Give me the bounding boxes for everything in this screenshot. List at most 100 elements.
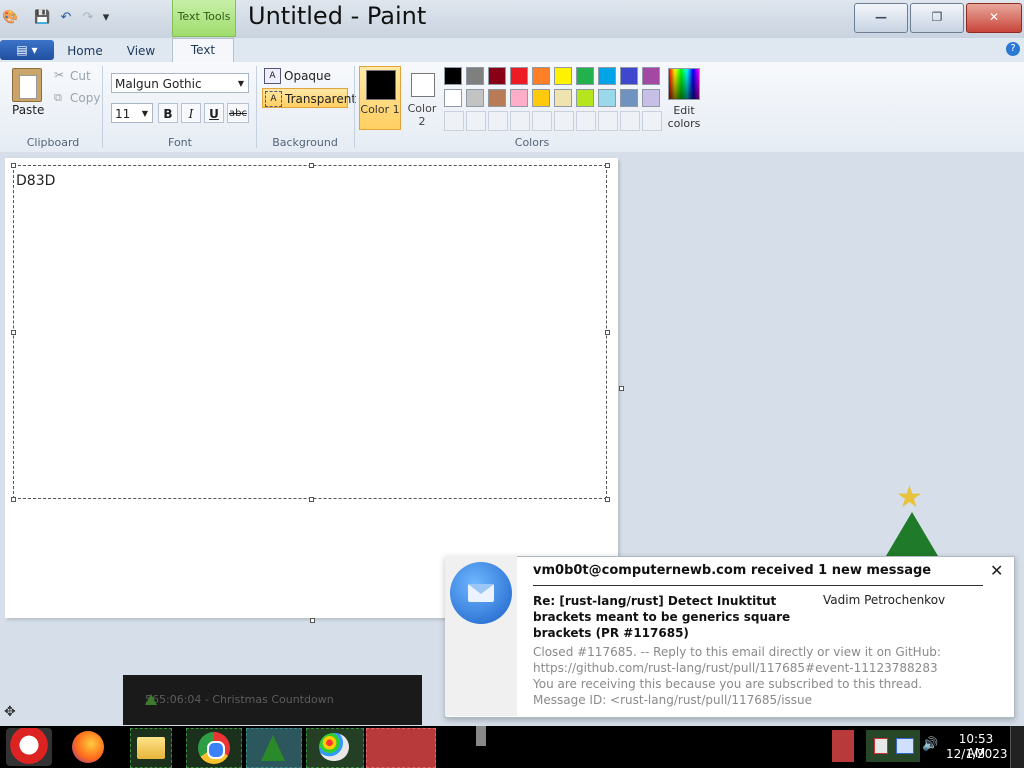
color2-label: Color 2 — [407, 102, 437, 128]
palette-color-swatch[interactable] — [510, 89, 528, 107]
edit-colors-icon[interactable] — [668, 68, 700, 100]
palette-color-swatch[interactable] — [598, 89, 616, 107]
tray-icons[interactable] — [866, 730, 920, 762]
paste-button[interactable]: Paste — [12, 103, 44, 117]
resize-handle[interactable] — [605, 330, 610, 335]
paint-menu-button[interactable]: ▤ ▾ — [0, 40, 54, 60]
tray-flag-icon[interactable] — [832, 730, 854, 762]
paint-app-icon[interactable]: 🎨 — [2, 10, 18, 26]
tab-home[interactable]: Home — [60, 42, 110, 62]
palette-color-swatch[interactable] — [488, 67, 506, 85]
palette-empty-swatch[interactable] — [532, 111, 552, 131]
minimize-button[interactable]: — — [854, 3, 908, 33]
transparent-label: Transparent — [285, 92, 357, 106]
palette-color-swatch[interactable] — [554, 67, 572, 85]
paste-icon[interactable] — [12, 68, 42, 102]
palette-color-swatch[interactable] — [532, 89, 550, 107]
italic-button[interactable]: I — [181, 103, 201, 123]
palette-empty-swatch[interactable] — [554, 111, 574, 131]
taskbar-firefox[interactable] — [68, 728, 108, 766]
taskbar-date[interactable]: 12/1/2023 — [946, 747, 1008, 761]
divider — [256, 66, 257, 148]
resize-handle[interactable] — [605, 163, 610, 168]
canvas-text[interactable]: D83D — [16, 173, 55, 189]
palette-color-swatch[interactable] — [598, 67, 616, 85]
palette-color-swatch[interactable] — [444, 67, 462, 85]
close-button[interactable]: ✕ — [966, 3, 1022, 33]
palette-color-swatch[interactable] — [488, 89, 506, 107]
palette-color-swatch[interactable] — [532, 67, 550, 85]
redo-icon: ↷ — [82, 10, 94, 25]
color1-button[interactable]: Color 1 — [359, 66, 401, 130]
font-family-value: Malgun Gothic — [115, 77, 202, 91]
start-button[interactable] — [6, 728, 52, 766]
opaque-icon: A — [264, 68, 281, 84]
taskbar-chrome[interactable] — [186, 728, 242, 768]
color1-label: Color 1 — [360, 103, 400, 116]
save-icon[interactable]: 💾 — [34, 10, 50, 26]
resize-handle[interactable] — [309, 497, 314, 502]
resize-handle[interactable] — [11, 330, 16, 335]
color-palette — [444, 67, 664, 131]
underline-button[interactable]: U — [204, 103, 224, 123]
palette-color-swatch[interactable] — [620, 89, 638, 107]
palette-color-swatch[interactable] — [510, 67, 528, 85]
cursor-position-icon: ✥ — [4, 704, 16, 720]
palette-empty-swatch[interactable] — [444, 111, 464, 131]
strikethrough-button[interactable]: abc — [227, 103, 249, 123]
color2-swatch — [411, 73, 435, 97]
bold-button[interactable]: B — [158, 103, 178, 123]
folder-icon — [137, 737, 165, 759]
palette-color-swatch[interactable] — [620, 67, 638, 85]
show-desktop-button[interactable] — [1010, 726, 1024, 768]
resize-handle[interactable] — [605, 497, 610, 502]
copy-icon: ⧉ — [54, 91, 62, 104]
transparent-button[interactable]: A Transparent — [262, 88, 356, 108]
palette-color-swatch[interactable] — [466, 67, 484, 85]
undo-icon[interactable]: ↶ — [58, 10, 74, 26]
palette-empty-swatch[interactable] — [488, 111, 508, 131]
opaque-button[interactable]: A Opaque — [262, 66, 352, 86]
restore-button[interactable]: ❐ — [910, 3, 964, 33]
palette-color-swatch[interactable] — [554, 89, 572, 107]
palette-color-swatch[interactable] — [466, 89, 484, 107]
text-box[interactable]: D83D — [13, 165, 607, 499]
resize-handle[interactable] — [309, 163, 314, 168]
notification-body: Closed #117685. -- Reply to this email d… — [533, 645, 941, 707]
close-icon[interactable]: ✕ — [990, 561, 1003, 580]
customize-toolbar-icon[interactable]: ▾ — [98, 10, 114, 26]
taskbar-paint[interactable] — [306, 728, 364, 768]
taskbar-countdown[interactable] — [246, 728, 302, 768]
taskbar-thunderbird[interactable] — [366, 728, 436, 768]
tree-icon — [261, 735, 285, 761]
palette-empty-swatch[interactable] — [466, 111, 486, 131]
color2-button[interactable]: Color 2 — [403, 66, 441, 130]
tab-view[interactable]: View — [116, 42, 166, 62]
resize-handle[interactable] — [11, 163, 16, 168]
font-group-label: Font — [168, 136, 192, 149]
font-size-select[interactable]: 11 ▼ — [111, 103, 153, 123]
palette-empty-swatch[interactable] — [598, 111, 618, 131]
palette-empty-swatch[interactable] — [510, 111, 530, 131]
palette-empty-swatch[interactable] — [642, 111, 662, 131]
background-group-label: Background — [272, 136, 338, 149]
resize-handle[interactable] — [11, 497, 16, 502]
palette-color-swatch[interactable] — [642, 67, 660, 85]
palette-color-swatch[interactable] — [642, 89, 660, 107]
palette-empty-swatch[interactable] — [620, 111, 640, 131]
palette-empty-swatch[interactable] — [576, 111, 596, 131]
font-family-select[interactable]: Malgun Gothic ▼ — [111, 73, 249, 93]
palette-color-swatch[interactable] — [444, 89, 462, 107]
volume-icon[interactable]: 🔊 — [922, 737, 938, 752]
palette-color-swatch[interactable] — [576, 67, 594, 85]
canvas-resize-handle[interactable] — [310, 618, 315, 623]
christmas-tree-gadget[interactable]: ★ — [880, 482, 944, 556]
cut-button: Cut — [70, 69, 91, 83]
chrome-icon — [198, 732, 230, 764]
palette-color-swatch[interactable] — [576, 89, 594, 107]
help-icon[interactable]: ? — [1006, 42, 1020, 56]
canvas-resize-handle[interactable] — [619, 386, 624, 391]
edit-colors-button[interactable]: Edit colors — [664, 104, 704, 130]
tab-text[interactable]: Text — [172, 38, 234, 63]
taskbar-explorer[interactable] — [130, 728, 172, 768]
